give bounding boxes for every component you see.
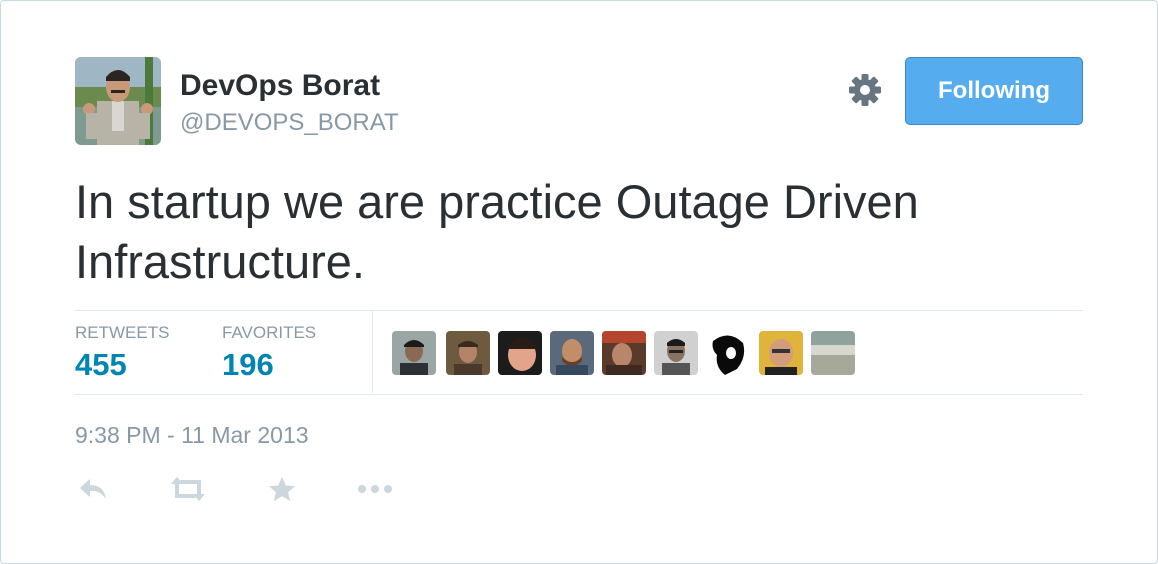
favoriter-avatar[interactable]: [811, 331, 855, 375]
retweet-icon[interactable]: [168, 471, 208, 507]
user-handle[interactable]: @DEVOPS_BORAT: [180, 109, 399, 137]
favoriter-avatar[interactable]: [654, 331, 698, 375]
stats-vertical-divider: [372, 311, 373, 393]
star-icon[interactable]: [262, 471, 302, 507]
tweet-text-line-1: In startup we are practice Outage Driven: [75, 175, 919, 228]
favoriter-avatar[interactable]: [759, 331, 803, 375]
profile-avatar[interactable]: [75, 57, 161, 145]
favoriter-avatar[interactable]: [602, 331, 646, 375]
favorites-count[interactable]: 196: [222, 347, 274, 383]
tweet-text: In startup we are practice Outage Driven…: [75, 172, 1085, 292]
tweet-text-line-2: Infrastructure.: [75, 235, 365, 288]
favoriter-avatar[interactable]: [498, 331, 542, 375]
stats-bottom-divider: [75, 394, 1083, 395]
favoriter-avatar[interactable]: [446, 331, 490, 375]
favoriter-avatar[interactable]: [392, 331, 436, 375]
tweet-timestamp[interactable]: 9:38 PM - 11 Mar 2013: [75, 422, 309, 449]
more-icon[interactable]: [355, 471, 395, 507]
display-name[interactable]: DevOps Borat: [180, 69, 380, 103]
reply-icon[interactable]: [73, 471, 113, 507]
following-button[interactable]: Following: [905, 57, 1083, 125]
favoriter-avatar[interactable]: [550, 331, 594, 375]
favoriter-avatar[interactable]: [707, 331, 751, 375]
retweets-label: RETWEETS: [75, 323, 170, 342]
favorites-label: FAVORITES: [222, 323, 317, 342]
gear-icon[interactable]: [848, 73, 882, 107]
tweet-card: DevOps Borat @DEVOPS_BORAT Following In …: [0, 0, 1158, 564]
stats-top-divider: [75, 310, 1083, 311]
retweets-count[interactable]: 455: [75, 347, 127, 383]
